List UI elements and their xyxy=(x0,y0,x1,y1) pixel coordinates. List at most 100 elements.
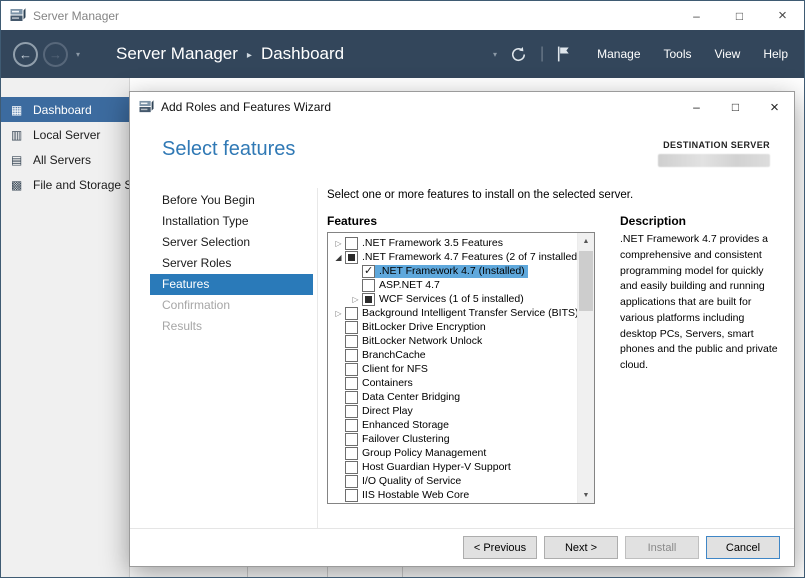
minimize-button[interactable]: – xyxy=(675,1,718,30)
feature-row-inner: BranchCache xyxy=(345,349,429,362)
sidebar-item-dashboard[interactable]: ▦Dashboard xyxy=(1,97,129,122)
feature-checkbox[interactable] xyxy=(345,237,358,250)
refresh-icon[interactable] xyxy=(510,46,527,63)
expander-icon[interactable] xyxy=(349,293,362,306)
feature-row[interactable]: WCF Services (1 of 5 installed) xyxy=(328,292,577,306)
wizard-step-server-roles[interactable]: Server Roles xyxy=(150,253,313,274)
expander-icon[interactable] xyxy=(332,237,345,250)
breadcrumb-current[interactable]: Dashboard xyxy=(261,44,344,64)
navigation-bar: ← → ▾ Server Manager ▸ Dashboard ▾ | Man… xyxy=(1,30,804,78)
feature-checkbox[interactable] xyxy=(345,489,358,502)
scroll-up-icon[interactable]: ▲ xyxy=(578,233,594,249)
menu-manage[interactable]: Manage xyxy=(597,47,640,61)
feature-checkbox[interactable] xyxy=(345,251,358,264)
feature-row[interactable]: Failover Clustering xyxy=(328,432,577,446)
history-caret-icon[interactable]: ▾ xyxy=(76,50,80,59)
dashboard-icon: ▦ xyxy=(11,103,26,117)
feature-row-inner: Background Intelligent Transfer Service … xyxy=(345,307,577,320)
feature-row[interactable]: I/O Quality of Service xyxy=(328,474,577,488)
expander-icon[interactable] xyxy=(332,307,345,320)
scrollbar-thumb[interactable] xyxy=(579,251,593,311)
feature-row[interactable]: IIS Hostable Web Core xyxy=(328,488,577,502)
feature-label: Direct Play xyxy=(362,405,413,417)
notifications-flag-icon[interactable] xyxy=(557,46,570,62)
feature-row[interactable]: Containers xyxy=(328,376,577,390)
sidebar-item-label: Local Server xyxy=(33,128,100,142)
feature-checkbox[interactable] xyxy=(345,363,358,376)
feature-label: Data Center Bridging xyxy=(362,391,460,403)
feature-label: BitLocker Drive Encryption xyxy=(362,321,486,333)
next-button[interactable]: Next > xyxy=(544,536,618,559)
instruction-text: Select one or more features to install o… xyxy=(327,189,633,201)
feature-row[interactable]: ASP.NET 4.7 xyxy=(328,278,577,292)
feature-row[interactable]: BranchCache xyxy=(328,348,577,362)
feature-checkbox[interactable] xyxy=(345,419,358,432)
sidebar-item-local-server[interactable]: ▥ Local Server xyxy=(1,122,129,147)
menu-tools[interactable]: Tools xyxy=(664,47,692,61)
features-tree: .NET Framework 3.5 Features.NET Framewor… xyxy=(328,234,577,502)
menu-bar: Manage Tools View Help xyxy=(597,47,788,61)
breadcrumb-root[interactable]: Server Manager xyxy=(116,44,238,64)
feature-row[interactable]: .NET Framework 3.5 Features xyxy=(328,236,577,250)
wizard-step-installation-type[interactable]: Installation Type xyxy=(150,211,313,232)
back-button[interactable]: ← xyxy=(13,42,38,67)
feature-row[interactable]: Enhanced Storage xyxy=(328,418,577,432)
feature-row-inner: ASP.NET 4.7 xyxy=(362,279,443,292)
wizard-minimize-button[interactable]: – xyxy=(677,92,716,122)
feature-checkbox[interactable] xyxy=(345,475,358,488)
feature-label: IIS Hostable Web Core xyxy=(362,489,469,501)
feature-checkbox[interactable] xyxy=(362,279,375,292)
feature-row[interactable]: Host Guardian Hyper-V Support xyxy=(328,460,577,474)
feature-checkbox[interactable] xyxy=(345,405,358,418)
feature-row[interactable]: .NET Framework 4.7 (Installed) xyxy=(328,264,577,278)
wizard-step-confirmation: Confirmation xyxy=(150,295,313,316)
sidebar-item-all-servers[interactable]: ▤All Servers xyxy=(1,147,129,172)
feature-row[interactable]: BitLocker Network Unlock xyxy=(328,334,577,348)
features-listbox[interactable]: .NET Framework 3.5 Features.NET Framewor… xyxy=(327,232,595,504)
server-manager-icon xyxy=(10,8,26,23)
feature-checkbox[interactable] xyxy=(362,265,375,278)
wizard-close-button[interactable]: × xyxy=(755,92,794,122)
refresh-caret-icon[interactable]: ▾ xyxy=(493,50,497,59)
feature-row[interactable]: Data Center Bridging xyxy=(328,390,577,404)
wizard-step-before-you-begin[interactable]: Before You Begin xyxy=(150,190,313,211)
feature-row[interactable]: .NET Framework 4.7 Features (2 of 7 inst… xyxy=(328,250,577,264)
feature-checkbox[interactable] xyxy=(345,377,358,390)
add-roles-wizard-dialog: Add Roles and Features Wizard – □ × Sele… xyxy=(129,91,795,567)
sidebar-item-label: File and Storage S xyxy=(33,178,129,192)
feature-row-inner: BitLocker Drive Encryption xyxy=(345,321,489,334)
expander-icon[interactable] xyxy=(332,251,345,264)
feature-checkbox[interactable] xyxy=(345,391,358,404)
feature-row[interactable]: BitLocker Drive Encryption xyxy=(328,320,577,334)
wizard-maximize-button[interactable]: □ xyxy=(716,92,755,122)
wizard-step-server-selection[interactable]: Server Selection xyxy=(150,232,313,253)
feature-checkbox[interactable] xyxy=(345,349,358,362)
feature-checkbox[interactable] xyxy=(362,293,375,306)
feature-row-inner: BitLocker Network Unlock xyxy=(345,335,485,348)
feature-row[interactable]: Group Policy Management xyxy=(328,446,577,460)
cancel-button[interactable]: Cancel xyxy=(706,536,780,559)
menu-view[interactable]: View xyxy=(715,47,741,61)
feature-row[interactable]: Direct Play xyxy=(328,404,577,418)
close-button[interactable]: × xyxy=(761,1,804,30)
feature-checkbox[interactable] xyxy=(345,335,358,348)
scrollbar[interactable]: ▲ ▼ xyxy=(577,233,594,503)
local-server-icon: ▥ xyxy=(11,128,26,142)
feature-row[interactable]: Client for NFS xyxy=(328,362,577,376)
feature-row-inner: IIS Hostable Web Core xyxy=(345,489,472,502)
wizard-step-features[interactable]: Features xyxy=(150,274,313,295)
feature-label: Client for NFS xyxy=(362,363,428,375)
feature-checkbox[interactable] xyxy=(345,461,358,474)
maximize-button[interactable]: □ xyxy=(718,1,761,30)
feature-checkbox[interactable] xyxy=(345,321,358,334)
menu-help[interactable]: Help xyxy=(763,47,788,61)
feature-checkbox[interactable] xyxy=(345,307,358,320)
feature-row[interactable]: Background Intelligent Transfer Service … xyxy=(328,306,577,320)
scroll-down-icon[interactable]: ▼ xyxy=(578,487,594,503)
previous-button[interactable]: < Previous xyxy=(463,536,537,559)
feature-label: Group Policy Management xyxy=(362,447,486,459)
feature-checkbox[interactable] xyxy=(345,447,358,460)
feature-checkbox[interactable] xyxy=(345,433,358,446)
sidebar-item-file-and-storage-s[interactable]: ▩File and Storage S xyxy=(1,172,129,197)
feature-label: Failover Clustering xyxy=(362,433,450,445)
